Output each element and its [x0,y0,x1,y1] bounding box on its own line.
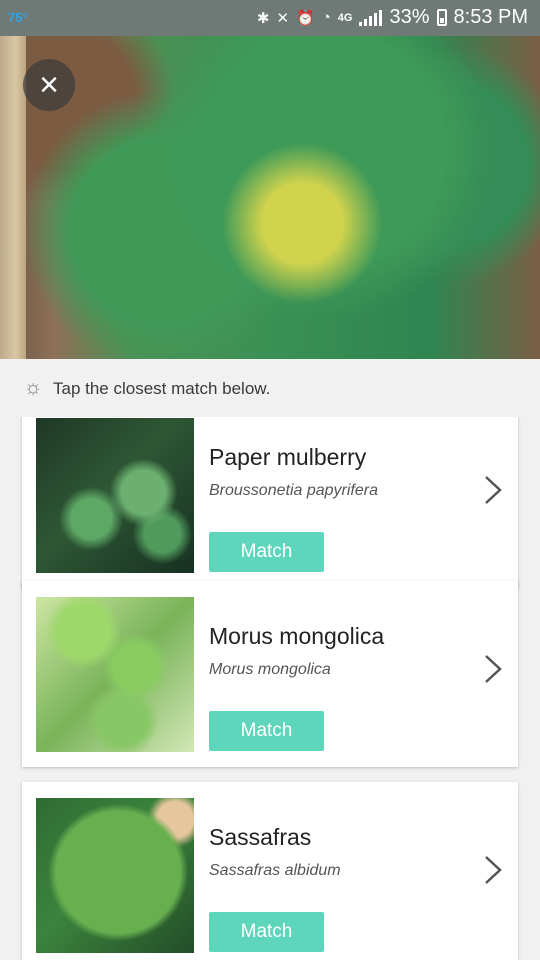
wifi-icon: ◔ [321,9,331,26]
chevron-right-icon[interactable] [482,652,504,686]
clock: 8:53 PM [453,6,528,28]
chevron-right-icon[interactable] [482,853,504,887]
battery-percent: 33% [389,6,430,28]
plant-name: Paper mulberry [209,444,367,470]
battery-icon [436,9,447,26]
scientific-name: Morus mongolica [209,661,331,678]
status-bar: 75° ✱ ✕ ⏰ ◔ 4G 33% 8:53 PM [0,0,540,36]
plant-name: Sassafras [209,824,312,850]
results-list[interactable]: Paper mulberry Broussonetia papyrifera M… [0,417,540,960]
result-card[interactable]: Sassafras Sassafras albidum Match [22,782,518,960]
result-card[interactable]: Paper mulberry Broussonetia papyrifera M… [22,417,518,588]
chevron-right-icon[interactable] [482,473,504,507]
match-button[interactable]: Match [209,912,324,952]
match-button[interactable]: Match [209,711,324,751]
mute-icon: ✕ [276,9,290,27]
scientific-name: Broussonetia papyrifera [209,482,378,499]
close-button[interactable]: × [23,59,75,111]
alarm-icon: ⏰ [296,9,315,27]
hint-text: Tap the closest match below. [53,379,271,398]
plant-thumbnail [36,418,194,573]
captured-leaf-photo [0,36,540,359]
match-button[interactable]: Match [209,532,324,572]
hint-bar: ☼ Tap the closest match below. [0,359,540,417]
result-card[interactable]: Morus mongolica Morus mongolica Match [22,581,518,767]
signal-icon [359,9,383,26]
status-icons: ✱ ✕ ⏰ ◔ 4G 33% 8:53 PM [257,6,528,29]
plant-name: Morus mongolica [209,623,385,649]
network-type: 4G [337,11,353,24]
scientific-name: Sassafras albidum [209,862,341,879]
close-icon: × [39,66,59,104]
lightbulb-icon: ☼ [23,376,43,399]
temperature: 75° [8,10,28,25]
plant-thumbnail [36,597,194,752]
plant-thumbnail [36,798,194,953]
bluetooth-icon: ✱ [256,9,270,27]
